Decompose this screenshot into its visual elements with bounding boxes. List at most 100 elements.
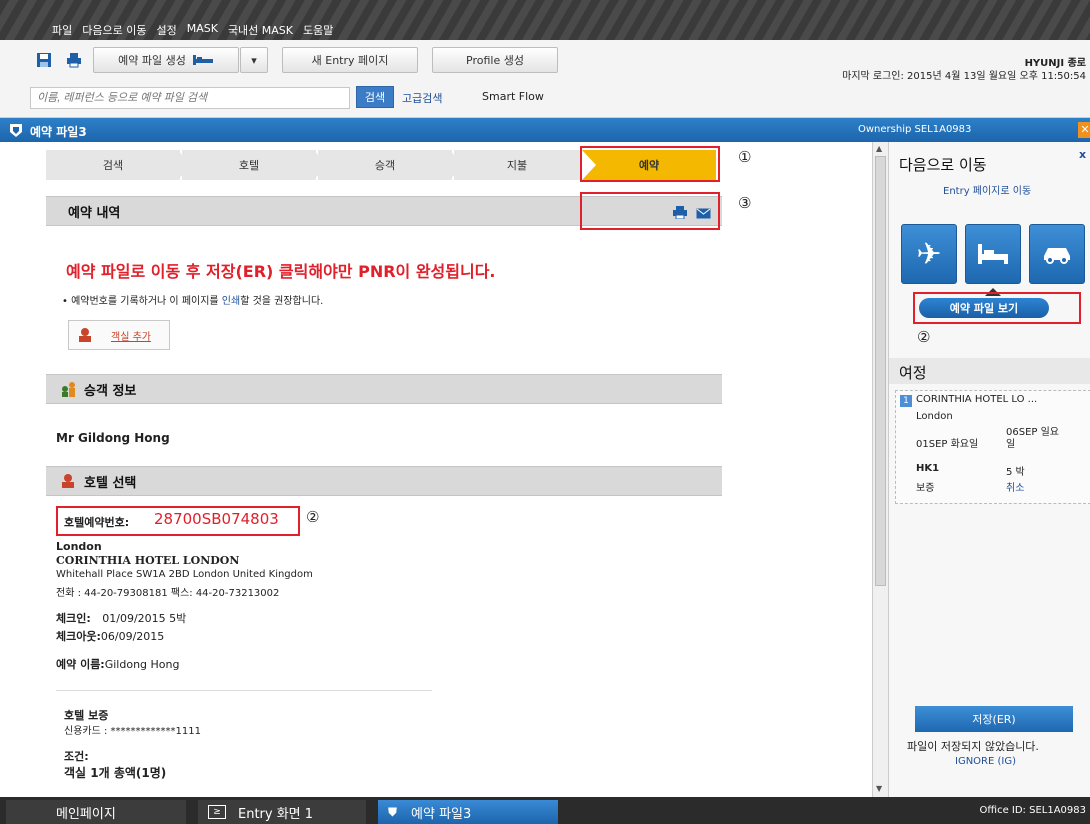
segment-city: London (916, 411, 953, 422)
main-scrollbar[interactable]: ▲ ▼ (872, 142, 888, 797)
pnr-title: 예약 파일3 (30, 125, 87, 139)
highlight-box-print (580, 192, 720, 230)
checkin-row: 체크인: 01/09/2015 5박 (56, 610, 186, 626)
conditions-value: 객실 1개 총액(1명) (64, 766, 167, 780)
menu-goto[interactable]: 다음으로 이동 (82, 22, 146, 38)
print-link[interactable]: 인쇄 (222, 296, 240, 307)
office-id: Office ID: SEL1A0983 (979, 805, 1086, 816)
flight-button[interactable]: ✈ (901, 224, 957, 284)
hotel-button[interactable] (965, 224, 1021, 284)
folder-shield-icon: ⛊ (388, 804, 398, 819)
advanced-search-link[interactable]: 고급검색 (402, 90, 442, 106)
main-menu: 파일 다음으로 이동 설정 MASK 국내선 MASK 도움말 (52, 22, 333, 38)
person-icon (79, 328, 91, 342)
tab-home[interactable]: 메인페이지 (6, 800, 186, 824)
tab-pnr-label: 예약 파일3 (411, 806, 472, 822)
scrollbar-thumb[interactable] (875, 156, 886, 586)
step-hotel[interactable]: 호텔 (182, 150, 316, 180)
ignore-link[interactable]: IGNORE (IG) (955, 756, 1016, 767)
toolbar: 예약 파일 생성 ▾ 새 Entry 페이지 Profile 생성 HYUNJI… (0, 40, 1090, 118)
record-tip: • 예약번호를 기록하거나 이 페이지를 인쇄할 것을 권장합니다. (62, 292, 323, 307)
new-entry-page-button[interactable]: 새 Entry 페이지 (282, 47, 418, 73)
menu-domestic-mask[interactable]: 국내선 MASK (228, 22, 293, 38)
booker-row: 예약 이름:Gildong Hong (56, 656, 179, 672)
last-login: 마지막 로그인: 2015년 4월 13일 월요일 오후 11:50:54 (842, 71, 1086, 82)
guarantee-title: 호텔 보증 (64, 709, 109, 722)
terminal-icon: ≥ (208, 805, 226, 819)
booker-value: Gildong Hong (104, 658, 180, 671)
scroll-down-icon[interactable]: ▼ (876, 784, 882, 793)
step-payment-label: 지불 (506, 159, 528, 172)
not-saved-text: 파일이 저장되지 않았습니다. (907, 740, 1039, 753)
hotel-address: Whitehall Place SW1A 2BD London United K… (56, 569, 313, 580)
folder-shield-icon (10, 124, 22, 137)
step-hotel-label: 호텔 (238, 159, 260, 172)
callout-2: ② (306, 508, 320, 526)
passenger-section-title: 승객 정보 (84, 383, 137, 399)
step-payment[interactable]: 지불 (454, 150, 580, 180)
add-room-button[interactable]: 객실 추가 (68, 320, 170, 350)
checkin-value: 01/09/2015 5박 (102, 612, 187, 625)
profile-create-label: Profile 생성 (466, 54, 524, 67)
tab-entry[interactable]: ≥ Entry 화면 1 (198, 800, 366, 824)
itinerary-title: 여정 (899, 364, 927, 382)
hotel-section-header: 호텔 선택 (46, 466, 722, 496)
tab-pnr[interactable]: ⛊ 예약 파일3 (378, 800, 558, 824)
print-icon[interactable] (66, 52, 82, 68)
step-search[interactable]: 검색 (46, 150, 180, 180)
save-icon[interactable] (36, 52, 52, 68)
entry-page-link[interactable]: Entry 페이지로 이동 (943, 182, 1031, 197)
confirmation-number: 28700SB074803 (154, 510, 279, 528)
close-panel-icon[interactable]: x (1079, 148, 1086, 161)
save-er-button[interactable]: 저장(ER) (915, 706, 1073, 732)
scroll-up-icon[interactable]: ▲ (876, 144, 882, 153)
car-button[interactable] (1029, 224, 1085, 284)
itinerary-header: 여정 (889, 358, 1090, 384)
airplane-icon: ✈ (916, 236, 942, 272)
itinerary-segment[interactable]: 1 CORINTHIA HOTEL LO ... London 01SEP 화요… (895, 390, 1090, 504)
ownership-label: Ownership SEL1A0983 (858, 124, 972, 135)
step-passenger-label: 승객 (374, 159, 396, 172)
bed-icon (978, 244, 1008, 264)
search-input[interactable] (30, 87, 350, 109)
segment-checkin: 01SEP 화요일 (916, 439, 979, 450)
create-pnr-label: 예약 파일 생성 (118, 54, 186, 67)
callout-1: ① (738, 148, 752, 166)
conditions-title: 조건: (64, 750, 89, 763)
menu-settings[interactable]: 설정 (156, 22, 176, 38)
bottom-taskbar: 메인페이지 ≥ Entry 화면 1 ⛊ 예약 파일3 Office ID: S… (0, 797, 1090, 824)
segment-cancel-link[interactable]: 취소 (1006, 479, 1024, 494)
close-icon: ✕ (1080, 123, 1090, 136)
tip-suffix: 할 것을 권장합니다. (240, 296, 324, 307)
search-button[interactable]: 검색 (356, 86, 394, 108)
menu-help[interactable]: 도움말 (303, 22, 333, 38)
chevron-down-icon: ▾ (251, 53, 257, 67)
hotel-name: CORINTHIA HOTEL LONDON (56, 554, 240, 567)
highlight-box-step (580, 146, 720, 182)
create-pnr-dropdown[interactable]: ▾ (240, 47, 268, 73)
passenger-name: Mr Gildong Hong (56, 431, 170, 445)
checkout-row: 체크아웃:06/09/2015 (56, 628, 164, 644)
segment-hotel-name: CORINTHIA HOTEL LO ... (916, 394, 1038, 405)
profile-create-button[interactable]: Profile 생성 (432, 47, 558, 73)
car-icon (1044, 248, 1070, 264)
booking-section-title: 예약 내역 (68, 205, 121, 221)
smart-flow-link[interactable]: Smart Flow (482, 90, 544, 103)
booker-label: 예약 이름: (56, 658, 105, 671)
tip-prefix: • 예약번호를 기록하거나 이 페이지를 (62, 296, 222, 307)
person-icon (62, 474, 74, 488)
checkout-label: 체크아웃: (56, 630, 101, 643)
confirmation-label: 호텔예약번호: (64, 516, 130, 529)
step-search-label: 검색 (102, 159, 124, 172)
goto-title: 다음으로 이동 (899, 156, 987, 174)
checkout-value: 06/09/2015 (100, 630, 165, 643)
checkin-label: 체크인: (56, 612, 91, 625)
create-pnr-button[interactable]: 예약 파일 생성 (93, 47, 239, 73)
close-pnr-button[interactable]: ✕ (1078, 122, 1090, 138)
menu-mask[interactable]: MASK (187, 22, 218, 38)
right-pane: 다음으로 이동 x Entry 페이지로 이동 ✈ 예약 파일 보기 ② 여정 … (888, 142, 1090, 797)
main-pane: 검색 호텔 승객 지불 예약 ① 예약 내역 ③ 예약 파일로 이동 후 저장(… (0, 142, 872, 797)
hotel-section-title: 호텔 선택 (84, 475, 137, 491)
step-passenger[interactable]: 승객 (318, 150, 452, 180)
menu-file[interactable]: 파일 (52, 22, 72, 38)
